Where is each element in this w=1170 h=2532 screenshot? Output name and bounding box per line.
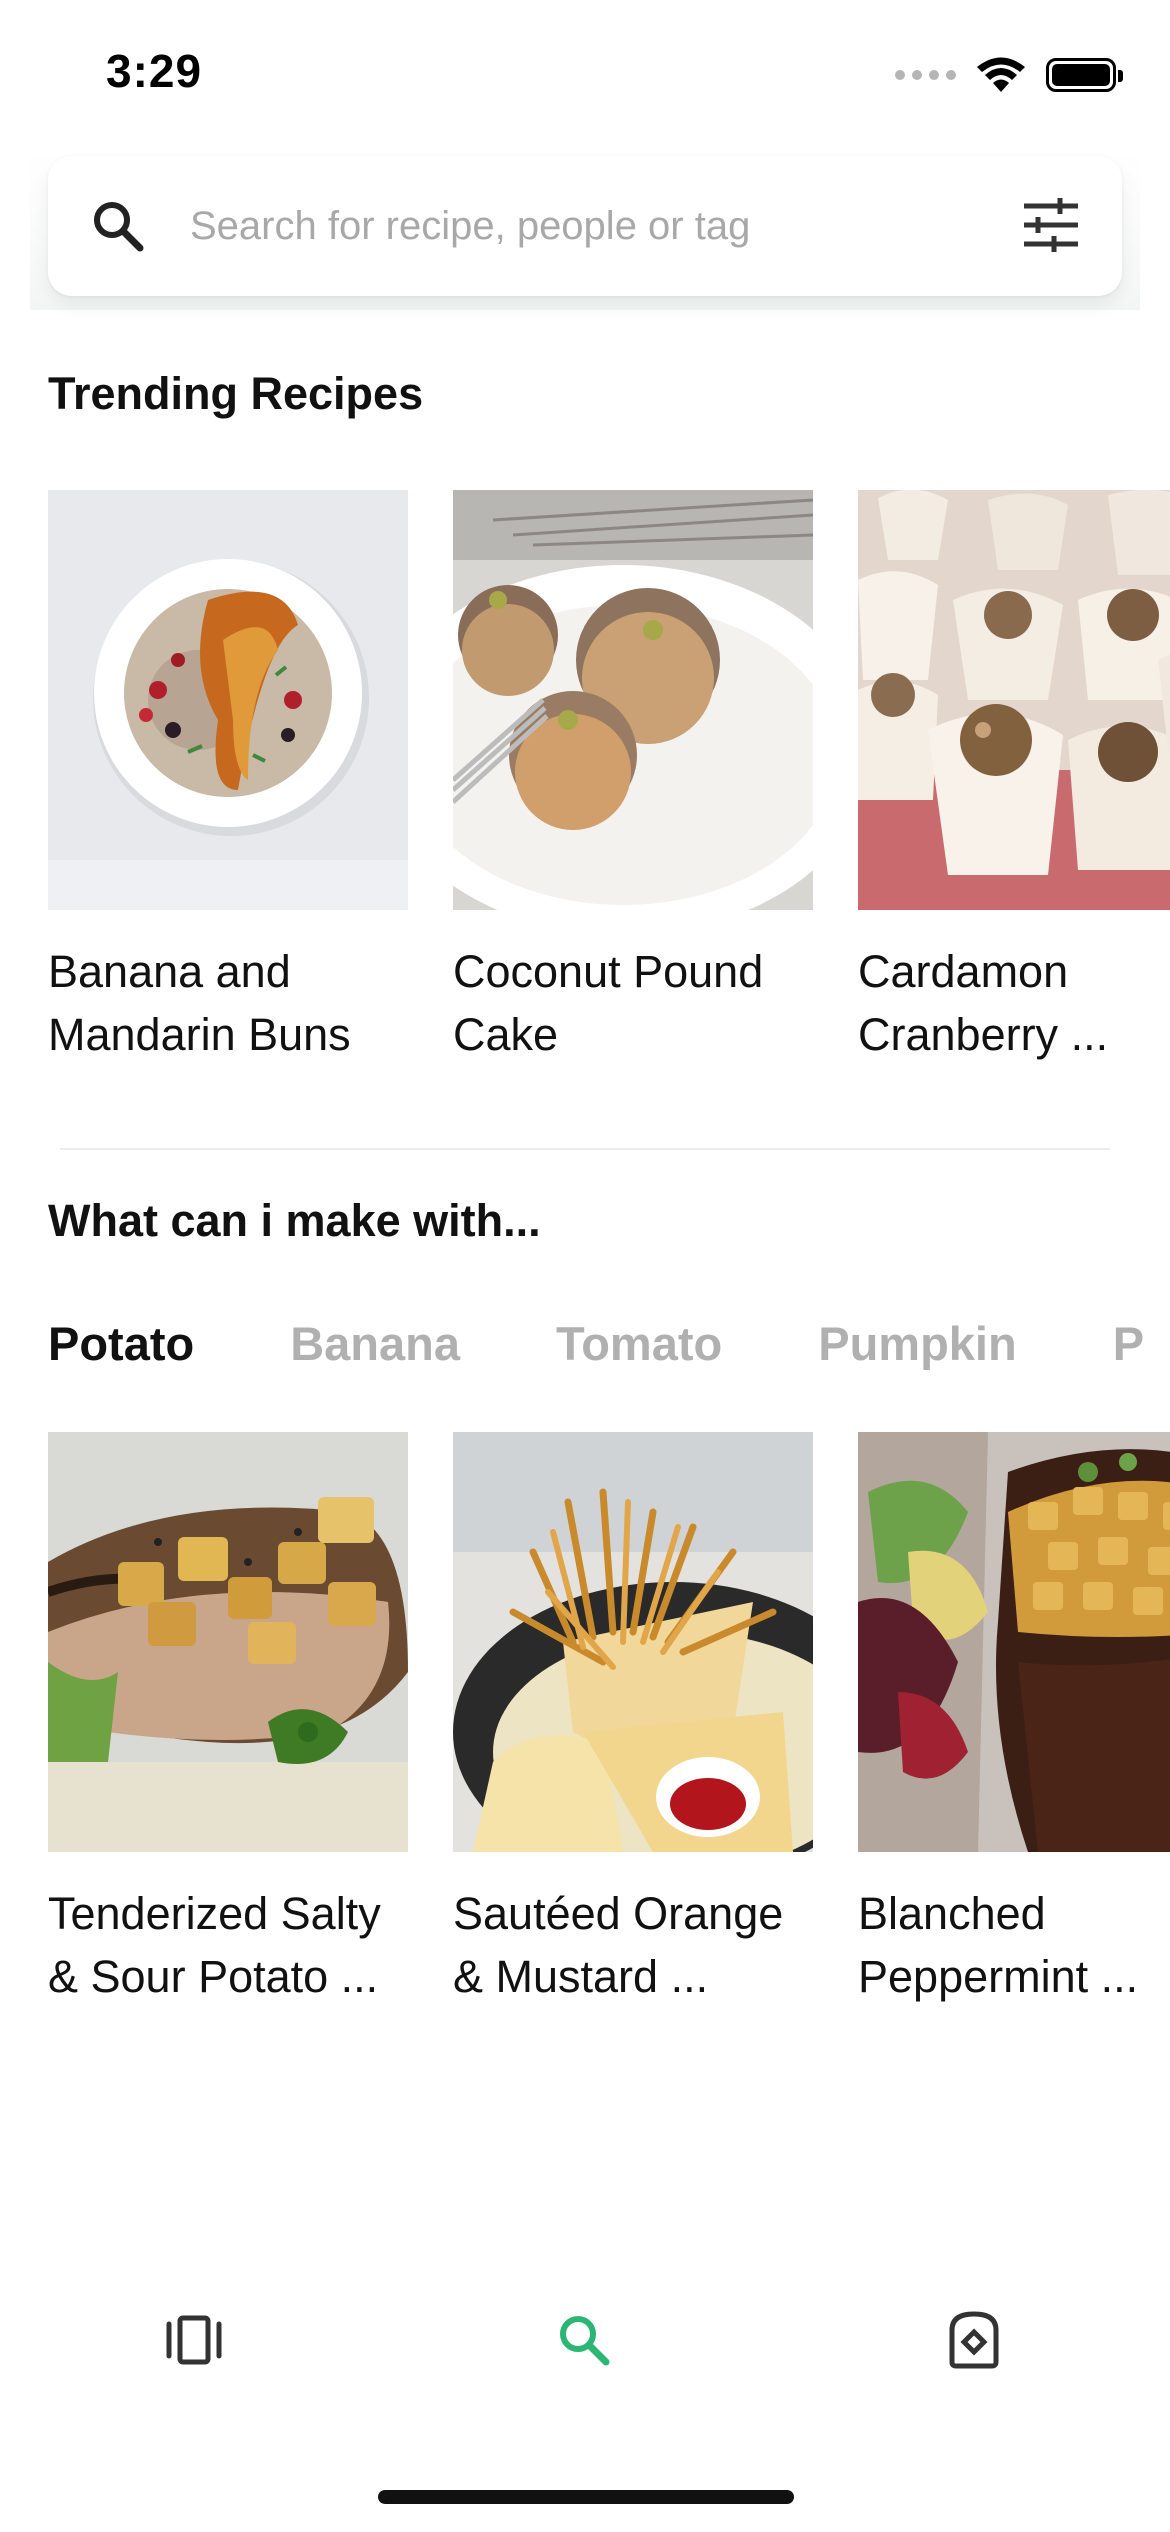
- recipe-title[interactable]: Sautéed Orange & Mustard ...: [453, 1882, 823, 2008]
- tab-potato[interactable]: Potato: [48, 1316, 194, 1371]
- recipe-card[interactable]: Banana and Mandarin Buns: [48, 490, 408, 1066]
- recipe-card[interactable]: Coconut Pound Cake: [453, 490, 813, 1066]
- recipe-title[interactable]: Tenderized Salty & Sour Potato ...: [48, 1882, 418, 2008]
- tab-tomato[interactable]: Tomato: [556, 1316, 722, 1371]
- recipe-title[interactable]: Blanched Peppermint ...: [858, 1882, 1170, 2008]
- home-indicator: [378, 2490, 794, 2504]
- recipe-card[interactable]: Blanched Peppermint ...: [858, 1432, 1170, 2008]
- recipe-card[interactable]: Sautéed Orange & Mustard ...: [453, 1432, 813, 2008]
- search-icon: [94, 202, 144, 252]
- recipe-image[interactable]: [858, 490, 1170, 910]
- ingredient-tabs[interactable]: Potato Banana Tomato Pumpkin P: [48, 1316, 1170, 1380]
- bottom-nav: [0, 2260, 1170, 2410]
- battery-icon: [1046, 58, 1123, 92]
- filter-icon[interactable]: [1020, 194, 1082, 256]
- trending-list[interactable]: Banana and Mandarin Buns Coconut Pound C…: [48, 490, 1170, 1090]
- recipe-card[interactable]: Tenderized Salty & Sour Potato ...: [48, 1432, 408, 2008]
- recipe-card[interactable]: Cardamon Cranberry ...: [858, 490, 1170, 1066]
- recipe-title[interactable]: Banana and Mandarin Buns: [48, 940, 418, 1066]
- make-with-list[interactable]: Tenderized Salty & Sour Potato ... Sauté…: [48, 1432, 1170, 2032]
- tab-more[interactable]: P: [1113, 1316, 1144, 1371]
- recipe-image[interactable]: [48, 490, 408, 910]
- search-bar[interactable]: [48, 156, 1122, 296]
- tab-banana[interactable]: Banana: [290, 1316, 460, 1371]
- trending-title: Trending Recipes: [48, 368, 424, 419]
- search-icon: [560, 2316, 610, 2366]
- cookbook-icon: [949, 2311, 999, 2369]
- signal-icon: [895, 70, 956, 80]
- status-time: 3:29: [106, 45, 203, 97]
- tab-pumpkin[interactable]: Pumpkin: [818, 1316, 1016, 1371]
- make-with-title: What can i make with...: [48, 1195, 541, 1246]
- recipe-title[interactable]: Cardamon Cranberry ...: [858, 940, 1170, 1066]
- wifi-icon: [977, 57, 1025, 92]
- nav-search-button[interactable]: [544, 2300, 624, 2380]
- recipe-image[interactable]: [858, 1432, 1170, 1852]
- nav-feed-button[interactable]: [154, 2300, 234, 2380]
- status-bar: 3:29: [0, 0, 1170, 150]
- nav-cookbook-button[interactable]: [934, 2300, 1014, 2380]
- search-input[interactable]: [190, 192, 1010, 260]
- recipe-image[interactable]: [453, 490, 813, 910]
- recipe-image[interactable]: [48, 1432, 408, 1852]
- recipe-image[interactable]: [453, 1432, 813, 1852]
- status-icons: [895, 50, 1123, 100]
- carousel-icon: [166, 2315, 222, 2365]
- section-divider: [60, 1148, 1110, 1150]
- recipe-title[interactable]: Coconut Pound Cake: [453, 940, 823, 1066]
